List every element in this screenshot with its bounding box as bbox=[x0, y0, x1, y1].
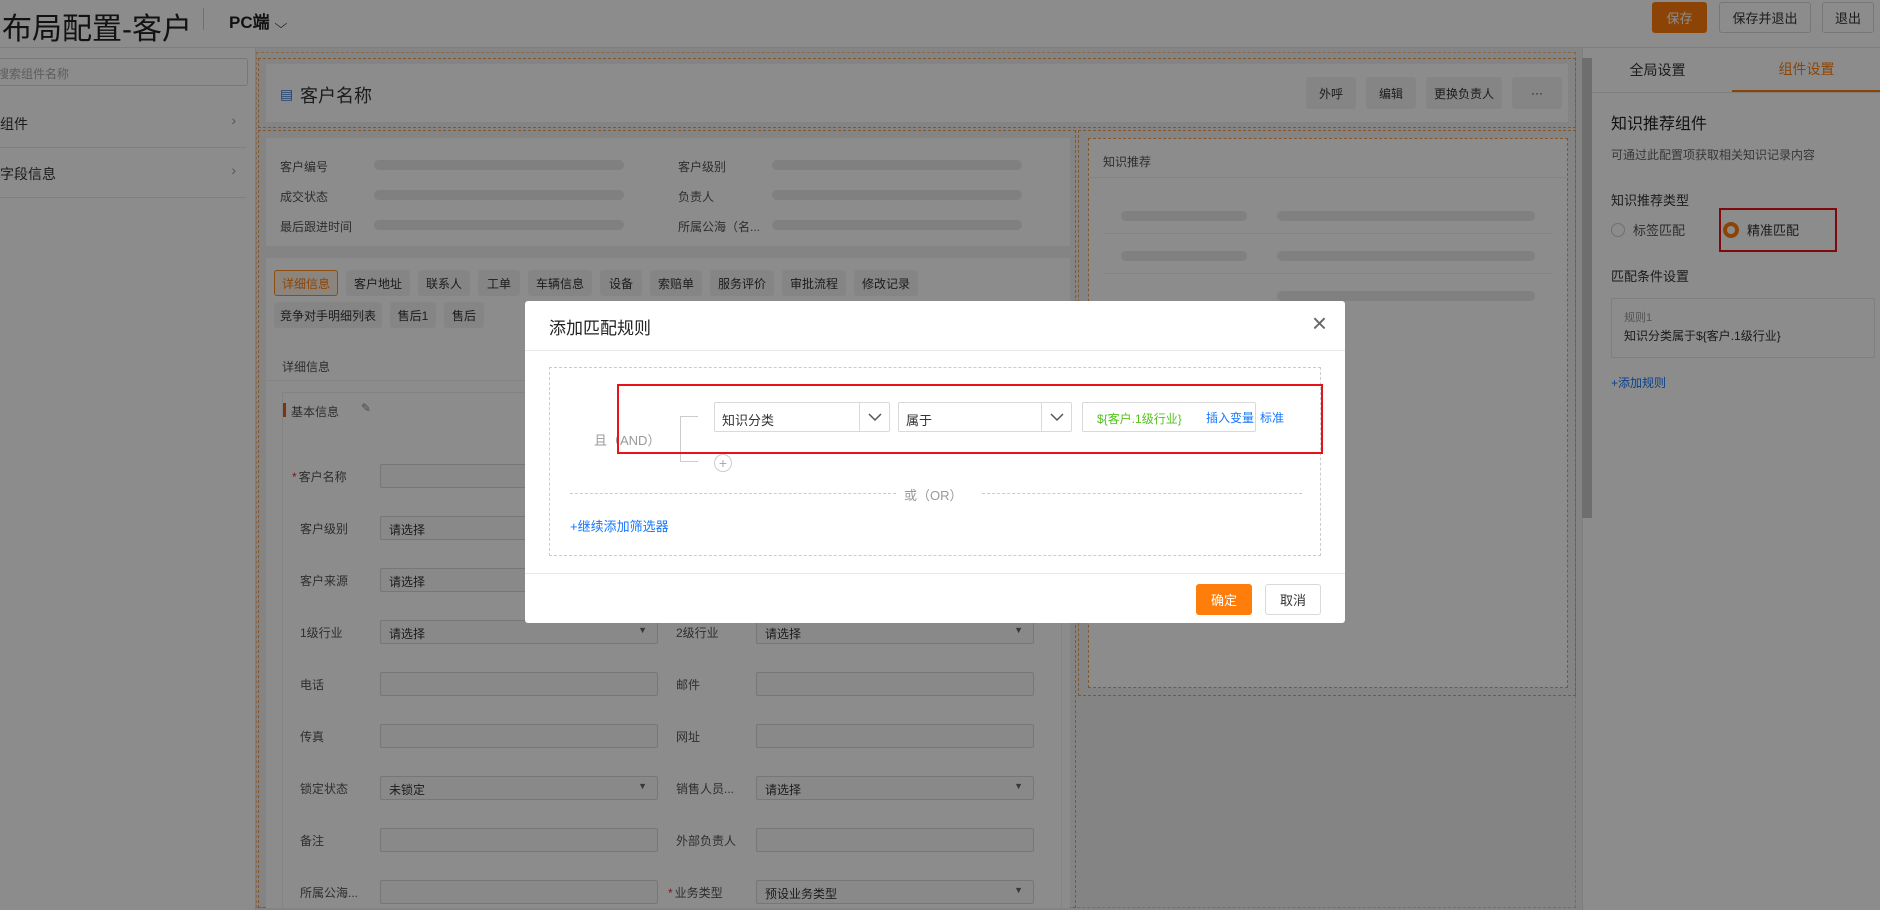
or-divider-right bbox=[982, 493, 1302, 494]
or-divider-left bbox=[570, 493, 896, 494]
add-filter-link[interactable]: +继续添加筛选器 bbox=[570, 516, 669, 535]
dialog-title: 添加匹配规则 bbox=[549, 319, 651, 338]
confirm-button[interactable]: 确定 bbox=[1196, 584, 1252, 615]
dialog-header: 添加匹配规则 × bbox=[525, 301, 1345, 351]
dialog-footer: 确定 取消 bbox=[525, 573, 1345, 623]
or-label: 或（OR） bbox=[904, 488, 963, 503]
add-condition-icon[interactable]: + bbox=[714, 454, 732, 472]
highlight-box bbox=[617, 384, 1323, 454]
close-icon[interactable]: × bbox=[1312, 310, 1327, 336]
cancel-button[interactable]: 取消 bbox=[1265, 584, 1321, 615]
add-match-rule-dialog: 添加匹配规则 × 且（AND） 知识分类 属于 ${客户.1级行业} 插入变量 … bbox=[525, 301, 1345, 623]
